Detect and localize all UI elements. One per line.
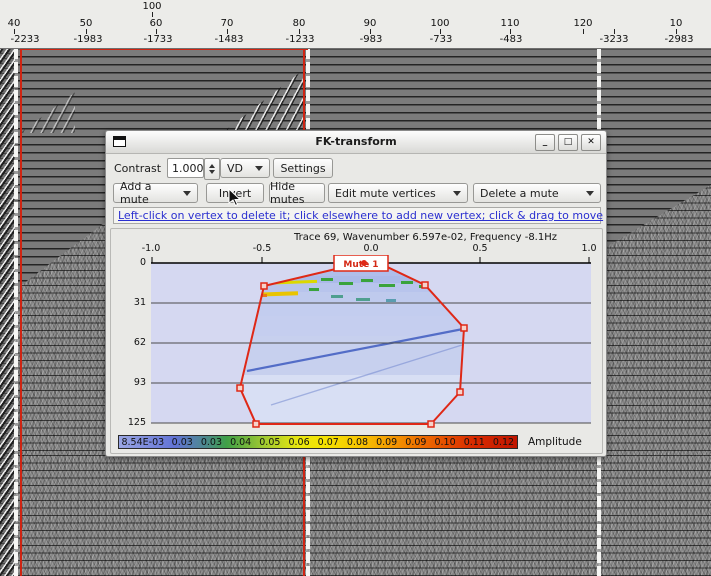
x-tick-label: 0.0	[363, 243, 378, 254]
close-button[interactable]: ✕	[581, 134, 601, 151]
x-tick-label: -0.5	[253, 243, 272, 254]
y-tick-label: 31	[120, 297, 146, 308]
ruler-label: 60	[150, 18, 163, 29]
ruler-top-tick	[152, 12, 153, 17]
ruler-label: -1233	[285, 34, 314, 45]
chevron-down-icon	[183, 191, 191, 196]
ruler-top-label: 100	[142, 1, 161, 12]
chevron-down-icon	[255, 166, 263, 171]
ruler-label: 100	[430, 18, 449, 29]
colorbar-value-label: 8.54E-03	[118, 437, 168, 448]
ruler-tick	[583, 29, 584, 34]
minimize-button[interactable]: _	[535, 134, 555, 151]
hint-bar: Left-click on vertex to delete it; click…	[113, 207, 601, 224]
colorbar-value-label: 0.04	[226, 437, 255, 448]
spin-down-icon[interactable]	[209, 170, 215, 174]
colorbar-value-label: 0.11	[460, 437, 489, 448]
contrast-input[interactable]: 1.000	[167, 158, 204, 178]
colorbar-value-label: 0.09	[401, 437, 430, 448]
fk-transform-dialog: FK-transform _ □ ✕ Contrast 1.000 VD Set…	[105, 130, 607, 457]
contrast-spinner[interactable]	[204, 158, 220, 180]
spin-up-icon[interactable]	[209, 164, 215, 168]
ruler-label: -2983	[664, 34, 693, 45]
add-mute-label: Add a mute	[120, 180, 177, 206]
y-tick-label: 125	[120, 417, 146, 428]
cursor-status-text: Trace 69, Wavenumber 6.597e-02, Frequenc…	[294, 232, 557, 243]
colorbar-value-label: 0.08	[343, 437, 372, 448]
colorbar-value-label: 0.05	[255, 437, 284, 448]
ruler-label: 50	[80, 18, 93, 29]
maximize-button[interactable]: □	[558, 134, 578, 151]
trace-header-ruler: 100 40 50 60 70 80 90 100 110 120 10 -2233 -1983 -1…	[0, 0, 711, 49]
edit-mute-vertices-combo[interactable]: Edit mute vertices	[328, 183, 468, 203]
ruler-label: 80	[293, 18, 306, 29]
colorbar-title: Amplitude	[528, 436, 582, 448]
selection-red-line-left	[20, 48, 22, 576]
contrast-label: Contrast	[114, 162, 161, 175]
display-mode-combo[interactable]: VD	[220, 158, 270, 178]
colorbar-labels: 8.54E-030.030.030.040.050.060.070.080.09…	[118, 435, 518, 449]
ruler-label: -1483	[214, 34, 243, 45]
colorbar-value-label: 0.07	[314, 437, 343, 448]
x-tick-label: 0.5	[472, 243, 487, 254]
delete-mute-label: Delete a mute	[480, 187, 559, 200]
ruler-label: 120	[573, 18, 592, 29]
delete-mute-combo[interactable]: Delete a mute	[473, 183, 601, 203]
fk-spectrum-plot[interactable]: Mute 1	[151, 255, 591, 431]
ruler-label: 110	[500, 18, 519, 29]
y-tick-label: 93	[120, 377, 146, 388]
ruler-label: -483	[500, 34, 523, 45]
chevron-down-icon	[586, 191, 594, 196]
ruler-label: -1733	[143, 34, 172, 45]
colorbar-value-label: 0.12	[489, 437, 518, 448]
ruler-label: -2233	[10, 34, 39, 45]
ruler-label: -733	[430, 34, 453, 45]
hide-mutes-button[interactable]: Hide mutes	[269, 183, 325, 203]
colorbar-value-label: 0.09	[372, 437, 401, 448]
chevron-down-icon	[453, 191, 461, 196]
x-tick-label: 1.0	[581, 243, 596, 254]
colorbar-value-label: 0.03	[168, 437, 197, 448]
hint-text: Left-click on vertex to delete it; click…	[118, 209, 603, 222]
add-mute-combo[interactable]: Add a mute	[113, 183, 198, 203]
colorbar-value-label: 0.10	[430, 437, 459, 448]
ruler-label: 10	[670, 18, 683, 29]
mouse-cursor-icon	[228, 188, 242, 208]
seismic-noise-bottom	[15, 455, 711, 576]
ruler-label: 70	[221, 18, 234, 29]
display-mode-value: VD	[227, 162, 243, 175]
colorbar-value-label: 0.03	[197, 437, 226, 448]
colorbar-value-label: 0.06	[284, 437, 313, 448]
seismic-left-edge-traces	[0, 48, 15, 576]
ruler-label: 90	[364, 18, 377, 29]
settings-button[interactable]: Settings	[273, 158, 333, 178]
y-tick-label: 0	[120, 257, 146, 268]
ruler-label: -3233	[599, 34, 628, 45]
ruler-label: 40	[8, 18, 21, 29]
mute-vertex-dot[interactable]	[361, 260, 367, 266]
edit-mute-vertices-label: Edit mute vertices	[335, 187, 436, 200]
fk-application-screen: 100 40 50 60 70 80 90 100 110 120 10 -2233 -1983 -1…	[0, 0, 711, 576]
ruler-label: -1983	[73, 34, 102, 45]
y-tick-label: 62	[120, 337, 146, 348]
dialog-titlebar[interactable]: FK-transform _ □ ✕	[106, 131, 606, 154]
x-tick-label: -1.0	[142, 243, 161, 254]
dialog-title: FK-transform	[106, 135, 606, 148]
trace-marker-stripe-left	[14, 48, 18, 576]
ruler-label: -983	[360, 34, 383, 45]
mute-label: Mute 1	[343, 260, 378, 270]
